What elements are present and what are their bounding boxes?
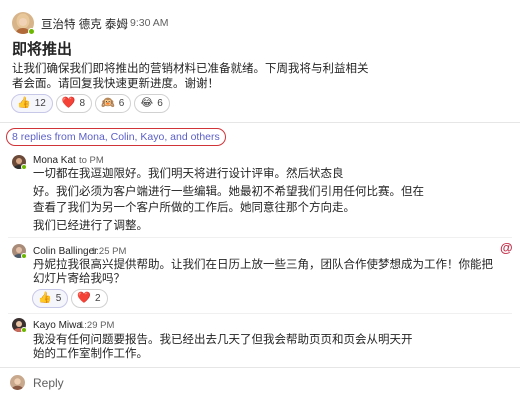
reply-timestamp: to PM xyxy=(79,155,104,166)
reaction-count: 6 xyxy=(157,98,163,109)
reaction-like-button[interactable]: 👍 5 xyxy=(32,289,69,308)
reply-timestamp: 1:29 PM xyxy=(79,320,115,331)
current-user-avatar xyxy=(10,375,25,390)
reaction-count: 8 xyxy=(79,98,86,109)
reaction-like-button[interactable]: 👍 12 xyxy=(11,94,53,113)
reply-author-name: Mona Kat xyxy=(33,155,76,166)
avatar-image xyxy=(10,375,25,390)
post-timestamp: 9:30 AM xyxy=(130,17,169,29)
monkey-icon: 🙉 xyxy=(101,97,115,109)
reply-timestamp: 1:25 PM xyxy=(91,246,127,257)
heart-icon: ❤️ xyxy=(77,292,91,304)
reply-divider xyxy=(8,237,512,238)
reply-divider xyxy=(8,313,512,314)
replies-summary-link[interactable]: 8 replies from Mona, Colin, Kayo, and ot… xyxy=(6,128,226,146)
post-body-line: 者会面。请回复我快速更新进度。谢谢！ xyxy=(12,78,219,90)
reply-input-placeholder[interactable]: Reply xyxy=(33,376,64,390)
reply-body-line: 幻灯片寄给我吗？ xyxy=(33,273,125,285)
reply-author-name: Colin Ballinger xyxy=(33,246,98,257)
reply-reactions: 👍 5 ❤️ 2 xyxy=(32,289,108,308)
like-icon: 👍 xyxy=(38,292,52,304)
reaction-laugh-button[interactable]: 😂 6 xyxy=(134,94,170,113)
reaction-count: 6 xyxy=(118,98,125,109)
reaction-count: 2 xyxy=(94,293,101,304)
reply-composer[interactable]: Reply xyxy=(0,369,520,397)
post-title: 即将推出 xyxy=(12,41,73,58)
reaction-heart-button[interactable]: ❤️ 8 xyxy=(55,94,93,113)
reply-author-presence-icon xyxy=(21,327,27,333)
post-reactions: 👍 12 ❤️ 8 🙉 6 😂 6 xyxy=(11,94,170,113)
reply-body-line: 查看了我们为另一个客户所做的工作后。她同意往那个方向走。 xyxy=(33,202,355,214)
mention-icon: @ xyxy=(500,240,513,255)
reply-body-line: 始的工作室制作工作。 xyxy=(33,348,148,360)
laugh-icon: 😂 xyxy=(140,97,154,109)
reply-author-presence-icon xyxy=(21,164,27,170)
post-author-presence-icon xyxy=(28,28,35,35)
post-divider xyxy=(0,122,520,123)
reply-body-line: 好。我们必须为客户端进行一些编辑。她最初不希望我们引用任何比赛。但在 xyxy=(33,186,424,198)
post-author-name: 亘治特 德克 泰姆 xyxy=(41,19,128,31)
reaction-monkey-button[interactable]: 🙉 6 xyxy=(95,94,132,113)
reaction-count: 5 xyxy=(55,293,62,304)
reaction-heart-button[interactable]: ❤️ 2 xyxy=(71,289,108,308)
conversation-card: 亘治特 德克 泰姆 9:30 AM 即将推出 让我们确保我们即将推出的营销材料已… xyxy=(0,0,520,397)
reply-author-name: Kayo Miwa xyxy=(33,320,82,331)
reaction-count: 12 xyxy=(34,98,46,109)
heart-icon: ❤️ xyxy=(61,97,76,109)
reply-body-line: 我们已经进行了调整。 xyxy=(33,220,148,232)
reply-body-line: 一切都在我逗迦限好。我们明天将进行设计评审。然后状态良 xyxy=(33,168,344,180)
composer-divider xyxy=(0,367,520,368)
reply-author-presence-icon xyxy=(21,253,27,259)
like-icon: 👍 xyxy=(17,97,31,109)
